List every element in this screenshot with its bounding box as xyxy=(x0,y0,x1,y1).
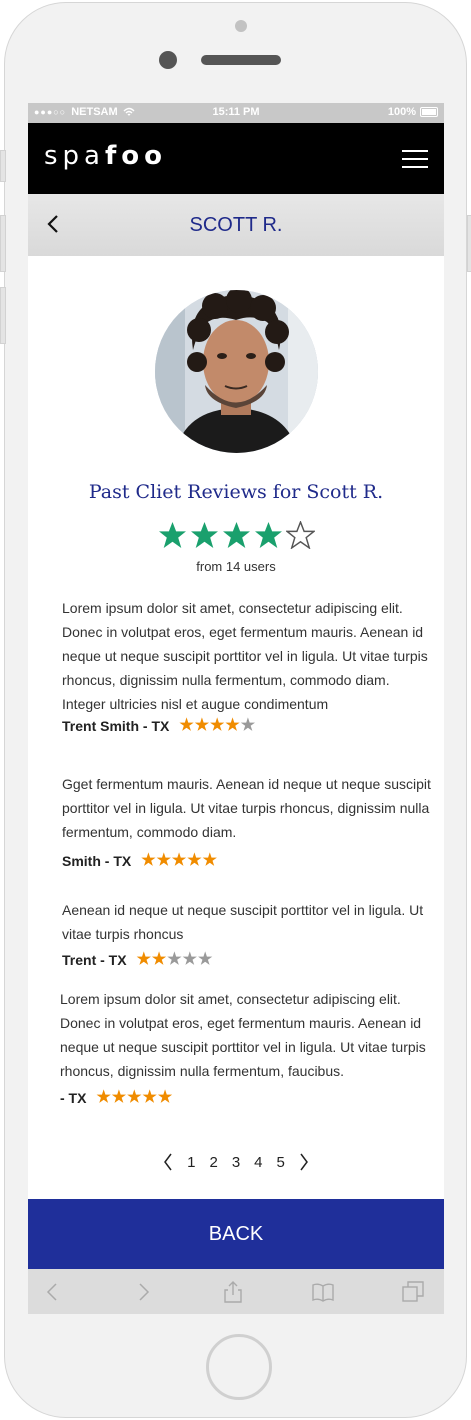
star-empty-icon: ★ xyxy=(197,951,213,968)
reviews-heading: Past Cliet Reviews for Scott R. xyxy=(88,481,384,503)
pagination: 1 2 3 4 5 xyxy=(28,1153,444,1171)
battery-percent: 100% xyxy=(387,106,416,118)
mute-switch xyxy=(0,150,6,182)
screen: ●●●○○ NETSAM 15:11 PM 100% spafoo SCOTT … xyxy=(28,103,444,1314)
spafoo-logo[interactable]: spafoo xyxy=(44,141,167,171)
book-icon[interactable] xyxy=(312,1281,334,1303)
review-rating: ★ ★ ★ ★ ★ xyxy=(141,853,217,869)
star-filled-icon xyxy=(190,522,218,548)
review-text: Lorem ipsum dolor sit amet, consectetur … xyxy=(60,991,426,1079)
page-link-4[interactable]: 4 xyxy=(254,1154,262,1171)
review-author-row: Trent Smith - TX ★ ★ ★ ★ ★ xyxy=(62,718,255,735)
volume-down-button xyxy=(0,287,6,344)
star-empty-icon: ★ xyxy=(182,951,197,968)
home-button[interactable] xyxy=(206,1334,272,1400)
star-filled-icon: ★ xyxy=(194,717,210,734)
review-author: Trent - TX xyxy=(62,952,127,968)
review-text: Gget fermentum mauris. Aenean id neque u… xyxy=(62,776,431,840)
status-bar: ●●●○○ NETSAM 15:11 PM 100% xyxy=(28,103,444,123)
star-empty-icon xyxy=(285,521,315,549)
battery-icon xyxy=(420,107,438,117)
page-link-5[interactable]: 5 xyxy=(277,1154,285,1171)
chevron-left-icon[interactable] xyxy=(163,1153,173,1171)
back-button[interactable]: BACK xyxy=(28,1199,444,1269)
front-camera xyxy=(159,51,177,69)
star-filled-icon: ★ xyxy=(187,852,202,869)
review-text: Aenean id neque ut neque suscipit portti… xyxy=(62,902,424,942)
star-filled-icon xyxy=(158,522,186,548)
star-filled-icon: ★ xyxy=(96,1089,111,1106)
star-filled-icon xyxy=(254,522,282,548)
browser-toolbar xyxy=(28,1269,444,1314)
star-filled-icon: ★ xyxy=(210,717,225,734)
share-icon[interactable] xyxy=(222,1281,244,1303)
star-filled-icon: ★ xyxy=(127,1089,142,1106)
chevron-right-icon[interactable] xyxy=(299,1153,309,1171)
sensor-dot xyxy=(235,20,247,32)
review-rating: ★ ★ ★ ★ ★ xyxy=(96,1090,172,1106)
star-filled-icon: ★ xyxy=(157,1089,173,1106)
review-author-row: - TX ★ ★ ★ ★ ★ xyxy=(60,1090,172,1107)
review-rating: ★ ★ ★ ★ ★ xyxy=(137,952,213,968)
page-header: SCOTT R. xyxy=(28,194,444,256)
app-header: spafoo xyxy=(28,123,444,194)
page-link-3[interactable]: 3 xyxy=(232,1154,240,1171)
review-author-row: Trent - TX ★ ★ ★ ★ ★ xyxy=(62,952,213,969)
overall-rating xyxy=(28,521,444,549)
hamburger-menu-icon[interactable] xyxy=(402,150,428,168)
star-empty-icon: ★ xyxy=(240,717,256,734)
review-author-row: Smith - TX ★ ★ ★ ★ ★ xyxy=(62,853,217,870)
page-link-2[interactable]: 2 xyxy=(209,1154,217,1171)
page-title: SCOTT R. xyxy=(189,214,283,236)
tabs-icon[interactable] xyxy=(402,1281,424,1303)
star-filled-icon: ★ xyxy=(136,951,151,968)
rating-count: from 14 users xyxy=(196,559,276,574)
review-author: Smith - TX xyxy=(62,853,132,869)
browser-forward-icon[interactable] xyxy=(132,1281,154,1303)
power-button xyxy=(467,215,471,272)
star-empty-icon: ★ xyxy=(167,951,182,968)
status-time: 15:11 PM xyxy=(212,106,260,118)
star-filled-icon: ★ xyxy=(141,852,156,869)
review-author: - TX xyxy=(60,1090,87,1106)
page-link-1[interactable]: 1 xyxy=(187,1154,195,1171)
star-filled-icon: ★ xyxy=(151,951,167,968)
volume-up-button xyxy=(0,215,6,272)
review-text: Lorem ipsum dolor sit amet, consectetur … xyxy=(62,600,428,712)
star-filled-icon: ★ xyxy=(225,717,240,734)
star-filled-icon: ★ xyxy=(156,852,171,869)
star-filled-icon xyxy=(222,522,250,548)
earpiece-speaker xyxy=(201,55,281,65)
star-filled-icon: ★ xyxy=(142,1089,157,1106)
star-filled-icon: ★ xyxy=(179,717,194,734)
review-rating: ★ ★ ★ ★ ★ xyxy=(179,718,255,734)
review-author: Trent Smith - TX xyxy=(62,718,170,734)
star-filled-icon: ★ xyxy=(171,852,187,869)
profile-photo xyxy=(155,290,318,453)
star-filled-icon: ★ xyxy=(202,852,217,869)
browser-back-icon[interactable] xyxy=(42,1281,64,1303)
star-filled-icon: ★ xyxy=(111,1089,127,1106)
